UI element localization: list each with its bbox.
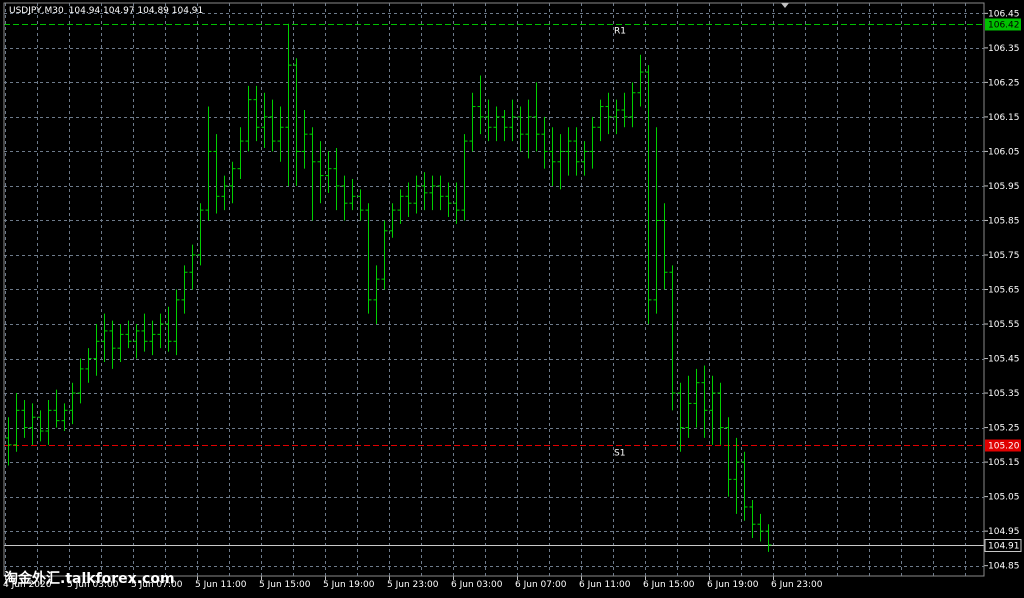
time-tick-label: 5 Jun 19:00 (323, 580, 375, 590)
price-tick-label: 106.45 (988, 9, 1020, 19)
price-tick-label: 104.85 (988, 562, 1020, 572)
price-tick-label: 105.05 (988, 493, 1020, 503)
price-tick-label: 106.15 (988, 113, 1020, 123)
watermark: 淘金外汇.talkforex.com (4, 571, 175, 587)
price-tick-label: 106.25 (988, 78, 1020, 88)
time-tick-label: 5 Jun 23:00 (387, 580, 439, 590)
time-tick-label: 6 Jun 19:00 (707, 580, 759, 590)
time-tick-label: 5 Jun 11:00 (195, 580, 247, 590)
chart-svg: R1 106.42 S1 105.20 104.91 104.85 104.95 105.0… (0, 0, 1024, 594)
time-tick-label: 6 Jun 07:00 (515, 580, 567, 590)
level-label-r1: R1 (614, 27, 626, 37)
price-tick-label: 105.65 (988, 286, 1020, 296)
price-tick-label: 105.45 (988, 355, 1020, 365)
time-tick-label: 6 Jun 15:00 (643, 580, 695, 590)
price-tick-label: 105.95 (988, 182, 1020, 192)
price-tick-label: 106.05 (988, 147, 1020, 157)
price-tick-label: 104.95 (988, 527, 1020, 537)
price-tick-label: 105.85 (988, 216, 1020, 226)
time-tick-label: 6 Jun 23:00 (771, 580, 823, 590)
chart-header: USDJPY,M30 104.94 104.97 104.89 104.91 (9, 6, 203, 16)
current-price-text: 104.91 (988, 542, 1020, 552)
price-tick-label: 105.55 (988, 320, 1020, 330)
price-tick-label: 105.15 (988, 458, 1020, 468)
price-tick-label: 105.75 (988, 251, 1020, 261)
time-tick-label: 6 Jun 03:00 (451, 580, 503, 590)
time-tick-label: 6 Jun 11:00 (579, 580, 631, 590)
level-label-s1: S1 (614, 449, 625, 459)
price-tick-label: 105.35 (988, 389, 1020, 399)
level-price-text-r1: 106.42 (988, 21, 1020, 31)
chart-area[interactable]: R1 106.42 S1 105.20 104.91 104.85 104.95 105.0… (0, 0, 1024, 594)
price-tick-label: 105.25 (988, 424, 1020, 434)
time-tick-label: 5 Jun 15:00 (259, 580, 311, 590)
price-tick-label: 106.35 (988, 44, 1020, 54)
level-price-text-s1: 105.20 (988, 442, 1020, 452)
